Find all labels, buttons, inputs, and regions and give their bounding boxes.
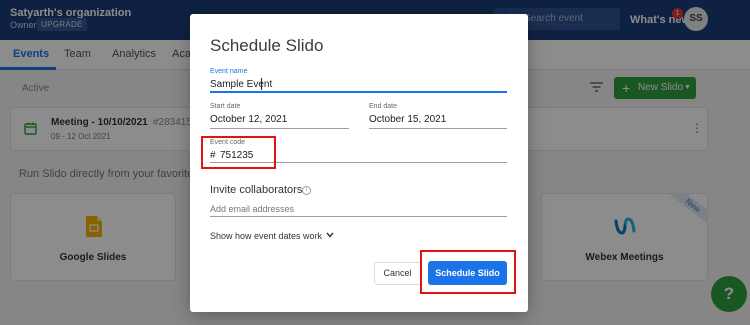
event-name-underline	[210, 91, 507, 93]
end-date-underline	[369, 128, 507, 129]
text-cursor	[261, 78, 262, 90]
highlight-box-schedule-button	[420, 250, 516, 294]
event-name-input[interactable]: Sample Event	[210, 79, 272, 90]
chevron-down-icon[interactable]	[326, 232, 334, 238]
start-date-label: Start date	[210, 103, 241, 110]
highlight-box-event-code	[201, 136, 276, 169]
cancel-button[interactable]: Cancel	[374, 262, 421, 285]
start-date-underline	[210, 128, 349, 129]
email-input[interactable]: Add email addresses	[210, 204, 294, 214]
end-date-input[interactable]: October 15, 2021	[369, 114, 446, 125]
dialog-title: Schedule Slido	[210, 36, 324, 55]
start-date-input[interactable]: October 12, 2021	[210, 114, 287, 125]
show-dates-toggle[interactable]: Show how event dates work	[210, 231, 322, 241]
end-date-label: End date	[369, 103, 398, 110]
event-name-label: Event name	[210, 68, 248, 75]
info-icon[interactable]: i	[302, 186, 311, 195]
invite-collaborators-heading: Invite collaborators	[210, 184, 303, 196]
email-underline	[210, 216, 507, 217]
